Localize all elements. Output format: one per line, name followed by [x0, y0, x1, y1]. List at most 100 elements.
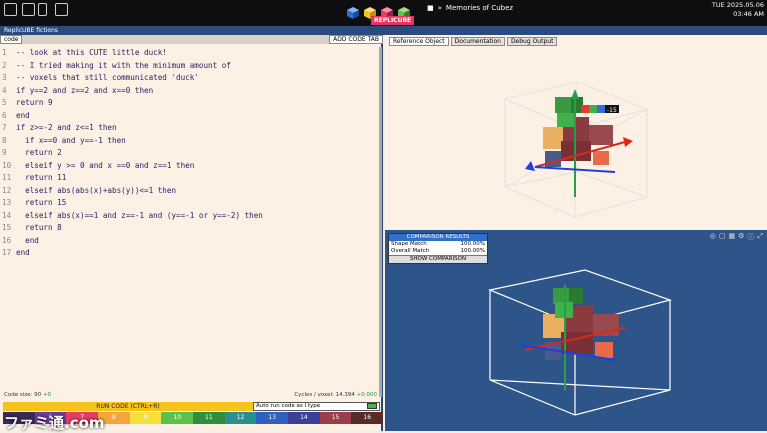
line-number: 9 — [2, 148, 7, 157]
line-number: 8 — [2, 135, 7, 145]
save-icon[interactable] — [55, 3, 68, 16]
run-row: RUN CODE (CTRL+R) Auto run code as I typ… — [3, 402, 380, 411]
palette-swatch[interactable]: 13 — [256, 412, 289, 424]
editor-scrollbar[interactable] — [379, 47, 382, 397]
document-icon[interactable] — [22, 3, 35, 16]
reference-panel: Reference Object Documentation Debug Outpu… — [385, 35, 767, 228]
reference-3d-view[interactable]: -15 — [385, 47, 767, 227]
line-text: if y==2 and z==2 and x==0 then — [16, 85, 154, 95]
output-panel: COMPARISON RESULTS Shape Match 100.00% O… — [385, 230, 767, 431]
code-line[interactable]: 11 return 11 — [2, 172, 378, 185]
code-line[interactable]: 10 elseif y >= 0 and x ==0 and z==1 then — [2, 160, 378, 173]
line-text: elseif abs(x)==1 and z==-1 and (y==-1 or… — [16, 210, 263, 220]
z-axis-arrow-icon[interactable] — [525, 161, 535, 171]
cycles-per-voxel: Cycles / voxel: 14.394 +0.000 — [294, 392, 377, 398]
square-outline-icon[interactable] — [4, 3, 17, 16]
music-track[interactable]: ■ » Memories of Cubez — [427, 4, 513, 12]
line-text: -- look at this CUTE little duck! — [16, 48, 167, 57]
line-number: 5 — [2, 98, 7, 107]
code-line[interactable]: 7 if z>=-2 and z<=1 then — [2, 122, 378, 135]
voxel-label-pill: -15 — [581, 105, 619, 114]
line-text: -- I tried making it with the minimum am… — [16, 60, 231, 70]
code-line[interactable]: 5 return 9 — [2, 97, 378, 110]
duck-output-model — [543, 288, 619, 360]
code-line[interactable]: 15 return 8 — [2, 222, 378, 235]
line-number: 1 — [2, 48, 7, 57]
line-number: 7 — [2, 123, 7, 132]
palette-swatch[interactable]: 15 — [319, 412, 352, 424]
output-3d-view[interactable] — [385, 230, 767, 431]
code-line[interactable]: 6 end — [2, 110, 378, 123]
reference-tab-bar: Reference Object Documentation Debug Outpu… — [389, 37, 558, 46]
editor-tab-bar: code ADD CODE TAB — [0, 35, 383, 44]
palette-swatch[interactable]: 11 — [193, 412, 225, 424]
auto-run-label: Auto run code as I type — [256, 403, 321, 409]
tab-code[interactable]: code — [0, 35, 23, 44]
x-axis-arrow-icon[interactable] — [623, 137, 633, 147]
watermark-logo: ファミ通.com — [4, 414, 105, 432]
code-line[interactable]: 17 end — [2, 247, 378, 260]
line-text: return 15 — [16, 198, 67, 207]
reference-tab[interactable]: Reference Object — [389, 37, 449, 46]
palette-swatch[interactable]: 14 — [288, 412, 320, 424]
code-line[interactable]: 16 end — [2, 235, 378, 248]
line-number: 4 — [2, 85, 7, 95]
code-line[interactable]: 8 if x==0 and y==-1 then — [2, 135, 378, 148]
code-line[interactable]: 1 -- look at this CUTE little duck! — [2, 47, 378, 60]
code-line[interactable]: 12 elseif abs(abs(x)+abs(y))<=1 then — [2, 185, 378, 198]
code-line[interactable]: 4 if y==2 and z==2 and x==0 then — [2, 85, 378, 98]
palette-swatch[interactable]: 9 — [129, 412, 162, 424]
line-number: 10 — [2, 160, 12, 170]
line-number: 3 — [2, 73, 7, 82]
line-text: -- voxels that still communicated 'duck' — [16, 73, 199, 82]
code-size: Code size: 90 +0 — [4, 392, 51, 398]
run-code-button[interactable]: RUN CODE (CTRL+R) — [3, 402, 253, 411]
code-area[interactable]: 1 -- look at this CUTE little duck! 2 -- I … — [2, 47, 378, 260]
line-number: 11 — [2, 173, 12, 182]
line-text: if z>=-2 and z<=1 then — [16, 123, 117, 132]
line-text: return 8 — [16, 223, 62, 232]
line-text: end — [16, 235, 39, 245]
auto-run-toggle[interactable]: Auto run code as I type — [253, 402, 380, 411]
toggle-switch[interactable] — [367, 403, 377, 409]
editor-status: Code size: 90 +0 Cycles / voxel: 14.394 … — [0, 392, 381, 400]
line-text: end — [16, 110, 30, 120]
reference-tab[interactable]: Debug Output — [506, 37, 558, 46]
line-number: 12 — [2, 185, 12, 195]
code-line[interactable]: 9 return 2 — [2, 147, 378, 160]
track-title: Memories of Cubez — [445, 4, 514, 12]
brand-badge: REPLICUBE — [371, 16, 415, 25]
code-line[interactable]: 3 -- voxels that still communicated 'duck… — [2, 72, 378, 85]
clock-date: TUE 2025.05.06 — [711, 1, 764, 9]
palette-swatch[interactable]: 10 — [161, 412, 194, 424]
code-line[interactable]: 2 -- I tried making it with the minimum a… — [2, 60, 378, 73]
line-text: elseif abs(abs(x)+abs(y))<=1 then — [16, 185, 177, 195]
line-text: return 11 — [16, 173, 67, 182]
dual-window-icon[interactable] — [38, 3, 47, 16]
line-number: 13 — [2, 198, 12, 207]
code-line[interactable]: 13 return 15 — [2, 197, 378, 210]
palette-swatch[interactable]: 16 — [351, 412, 384, 424]
clock: TUE 2025.05.06 03:46 AM — [712, 1, 764, 19]
right-panel: Reference Object Documentation Debug Outpu… — [385, 35, 767, 431]
svg-text:-15: -15 — [607, 107, 617, 114]
stop-icon[interactable]: ■ — [427, 4, 434, 12]
line-number: 17 — [2, 248, 12, 257]
code-line[interactable]: 14 elseif abs(x)==1 and z==-1 and (y==-1… — [2, 210, 378, 223]
line-number: 16 — [2, 235, 12, 245]
line-number: 2 — [2, 60, 7, 70]
next-track-icon[interactable]: » — [438, 4, 442, 12]
line-text: end — [16, 248, 30, 257]
cube-app-icon[interactable] — [346, 6, 360, 20]
top-bar: REPLICUBE ■ » Memories of Cubez TUE 2025… — [0, 0, 767, 26]
palette-swatch[interactable]: 12 — [224, 412, 257, 424]
line-text: return 9 — [16, 98, 53, 107]
y-axis-arrow-icon[interactable] — [571, 89, 579, 99]
line-number: 14 — [2, 210, 12, 220]
line-text: if x==0 and y==-1 then — [16, 135, 126, 145]
reference-tab[interactable]: Documentation — [450, 37, 505, 46]
code-editor-panel: code ADD CODE TAB 1 -- look at this CUTE … — [0, 35, 384, 431]
add-code-tab-button[interactable]: ADD CODE TAB — [329, 35, 383, 44]
line-number: 6 — [2, 110, 7, 120]
line-text: elseif y >= 0 and x ==0 and z==1 then — [16, 160, 195, 170]
